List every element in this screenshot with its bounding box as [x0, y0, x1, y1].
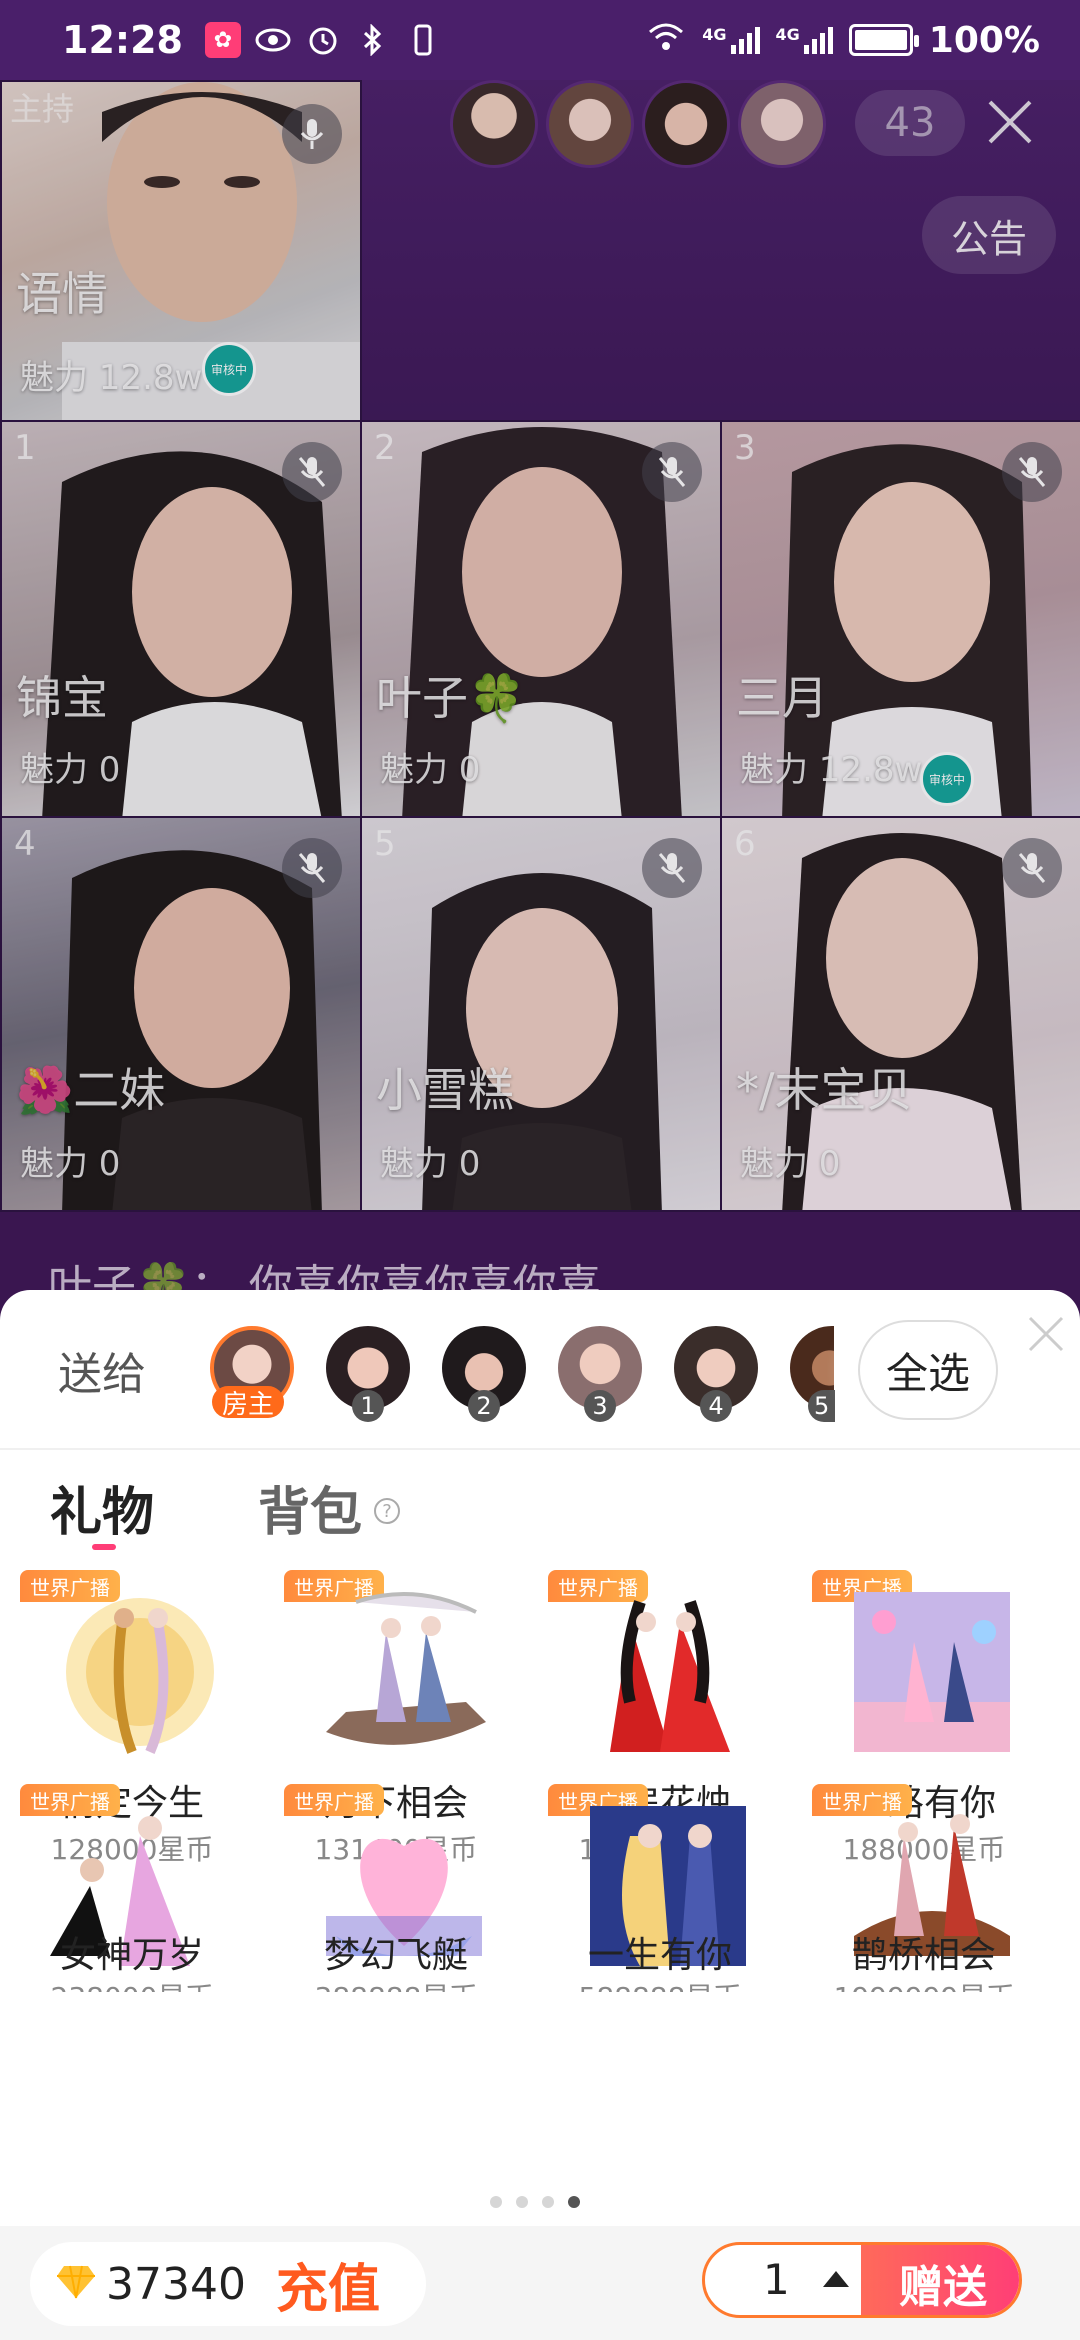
recipient-tag: 1 [352, 1390, 384, 1422]
host-label: 主持 [10, 90, 75, 128]
page-indicator [490, 2196, 580, 2208]
alarm-icon [305, 22, 341, 58]
seat-charm: 魅力 0 [20, 750, 121, 790]
seat-number: 2 [374, 428, 396, 468]
page-dot[interactable] [516, 2196, 528, 2208]
seat-5[interactable]: 5 小雪糕 魅力 0 [360, 816, 722, 1212]
quantity-value[interactable]: 1 [763, 2255, 790, 2304]
close-icon[interactable] [980, 92, 1040, 152]
recipient-tag: 3 [584, 1390, 616, 1422]
page-dot[interactable] [490, 2196, 502, 2208]
mic-muted-icon [642, 442, 702, 502]
signal-icon-2: 4G [776, 25, 833, 55]
host-seat[interactable]: 主持 语情 魅力 12.8w 审核中 [0, 80, 362, 422]
chat-preview: 叶子🍀： 你喜你喜你喜你喜 [0, 1212, 1080, 1292]
battery-icon [848, 24, 919, 56]
viewer-avatar[interactable] [546, 80, 634, 168]
battery-percent: 100% [928, 19, 1040, 61]
gift-price: 588888星币 [528, 1976, 792, 1992]
viewer-avatars [450, 80, 826, 168]
recipient-tag: 4 [700, 1390, 732, 1422]
recipient-row: 送给 房主 1 2 3 4 5 全选 [0, 1290, 1080, 1450]
speaking-badge: 审核中 [920, 752, 974, 806]
balance-pill[interactable]: 37340 充值 [30, 2242, 426, 2326]
mic-muted-icon [282, 442, 342, 502]
signal-icon-1: 4G [702, 25, 760, 55]
seat-number: 4 [14, 824, 36, 864]
tab-active-indicator [92, 1544, 116, 1550]
vibrate-icon [405, 22, 441, 58]
mic-muted-icon [1002, 838, 1062, 898]
gift-image [316, 1582, 492, 1762]
seat-2[interactable]: 2 叶子🍀 魅力 0 [360, 420, 722, 818]
mic-muted-icon [1002, 442, 1062, 502]
gift-price: 388888星币 [264, 1976, 528, 1992]
seat-name: 叶子🍀 [376, 671, 526, 725]
seat-3[interactable]: 3 三月 魅力 12.8w 审核中 [720, 420, 1080, 818]
host-name: 语情 [16, 267, 108, 321]
bluetooth-icon [355, 22, 391, 58]
notice-button[interactable]: 公告 [922, 196, 1056, 274]
seat-number: 1 [14, 428, 36, 468]
viewer-avatar[interactable] [738, 80, 826, 168]
tab-backpack[interactable]: 背包 [258, 1470, 362, 1545]
gift-tabs: 礼物 背包 ? [0, 1460, 1080, 1560]
eye-icon [255, 22, 291, 58]
gift-image [580, 1582, 756, 1762]
seat-charm: 魅力 0 [380, 750, 481, 790]
viewer-avatar[interactable] [450, 80, 538, 168]
seat-charm: 魅力 0 [20, 1144, 121, 1184]
select-all-button[interactable]: 全选 [858, 1320, 998, 1420]
help-icon[interactable]: ? [374, 1498, 400, 1524]
seat-name: 锦宝 [16, 671, 108, 725]
seat-name: 小雪糕 [376, 1063, 514, 1117]
tab-gifts[interactable]: 礼物 [50, 1470, 154, 1545]
gift-image [52, 1582, 228, 1762]
page-dot[interactable] [542, 2196, 554, 2208]
page-dot-active[interactable] [568, 2196, 580, 2208]
seat-charm: 魅力 0 [740, 1144, 841, 1184]
viewer-avatar[interactable] [642, 80, 730, 168]
speaking-badge: 审核中 [202, 342, 256, 396]
seat-number: 3 [734, 428, 756, 468]
seat-name: 三月 [736, 671, 828, 725]
gift-price-clip: 238000星币 388888星币 588888星币 1999999星币 [0, 1970, 1080, 1992]
send-to-label: 送给 [58, 1349, 146, 1400]
recipient-tag: 5 [808, 1390, 836, 1422]
diamond-icon [56, 2264, 96, 2304]
gift-image [844, 1582, 1020, 1762]
seat-4[interactable]: 4 🌺二妹 魅力 0 [0, 816, 362, 1212]
viewer-count[interactable]: 43 [855, 90, 965, 156]
seat-number: 6 [734, 824, 756, 864]
bottom-bar: 37340 充值 1 赠送 [0, 2226, 1080, 2340]
seat-charm: 魅力 12.8w [740, 750, 923, 790]
status-bar: 12:28 ✿ 4G 4G 100% [0, 0, 1080, 80]
recipient-host-tag: 房主 [212, 1386, 285, 1420]
balance-amount: 37340 [106, 2258, 246, 2310]
seat-name: */末宝贝 [736, 1063, 913, 1117]
status-time: 12:28 [62, 18, 183, 62]
mic-on-icon [282, 104, 342, 164]
seat-1[interactable]: 1 锦宝 魅力 0 [0, 420, 362, 818]
quantity-selector: 1 赠送 [702, 2242, 1022, 2318]
gift-price: 238000星币 [0, 1976, 264, 1992]
host-charm: 魅力 12.8w [20, 358, 203, 398]
seat-6[interactable]: 6 */末宝贝 魅力 0 [720, 816, 1080, 1212]
close-icon[interactable] [1024, 1312, 1068, 1356]
wifi-icon [646, 20, 686, 61]
mic-muted-icon [282, 838, 342, 898]
seat-charm: 魅力 0 [380, 1144, 481, 1184]
seat-number: 5 [374, 824, 396, 864]
gift-price: 1999999星币 [792, 1976, 1056, 1992]
quantity-up-arrow-icon[interactable] [823, 2271, 849, 2287]
mic-muted-icon [642, 838, 702, 898]
app-notification-icon: ✿ [204, 22, 241, 58]
seat-name: 🌺二妹 [16, 1063, 166, 1117]
gift-panel: 送给 房主 1 2 3 4 5 全选 礼物 背包 ? 世界广播 情定今生 128… [0, 1290, 1080, 2340]
recipient-tag: 2 [468, 1390, 500, 1422]
send-gift-button[interactable]: 赠送 [861, 2245, 1019, 2315]
recharge-button[interactable]: 充值 [276, 2247, 380, 2322]
